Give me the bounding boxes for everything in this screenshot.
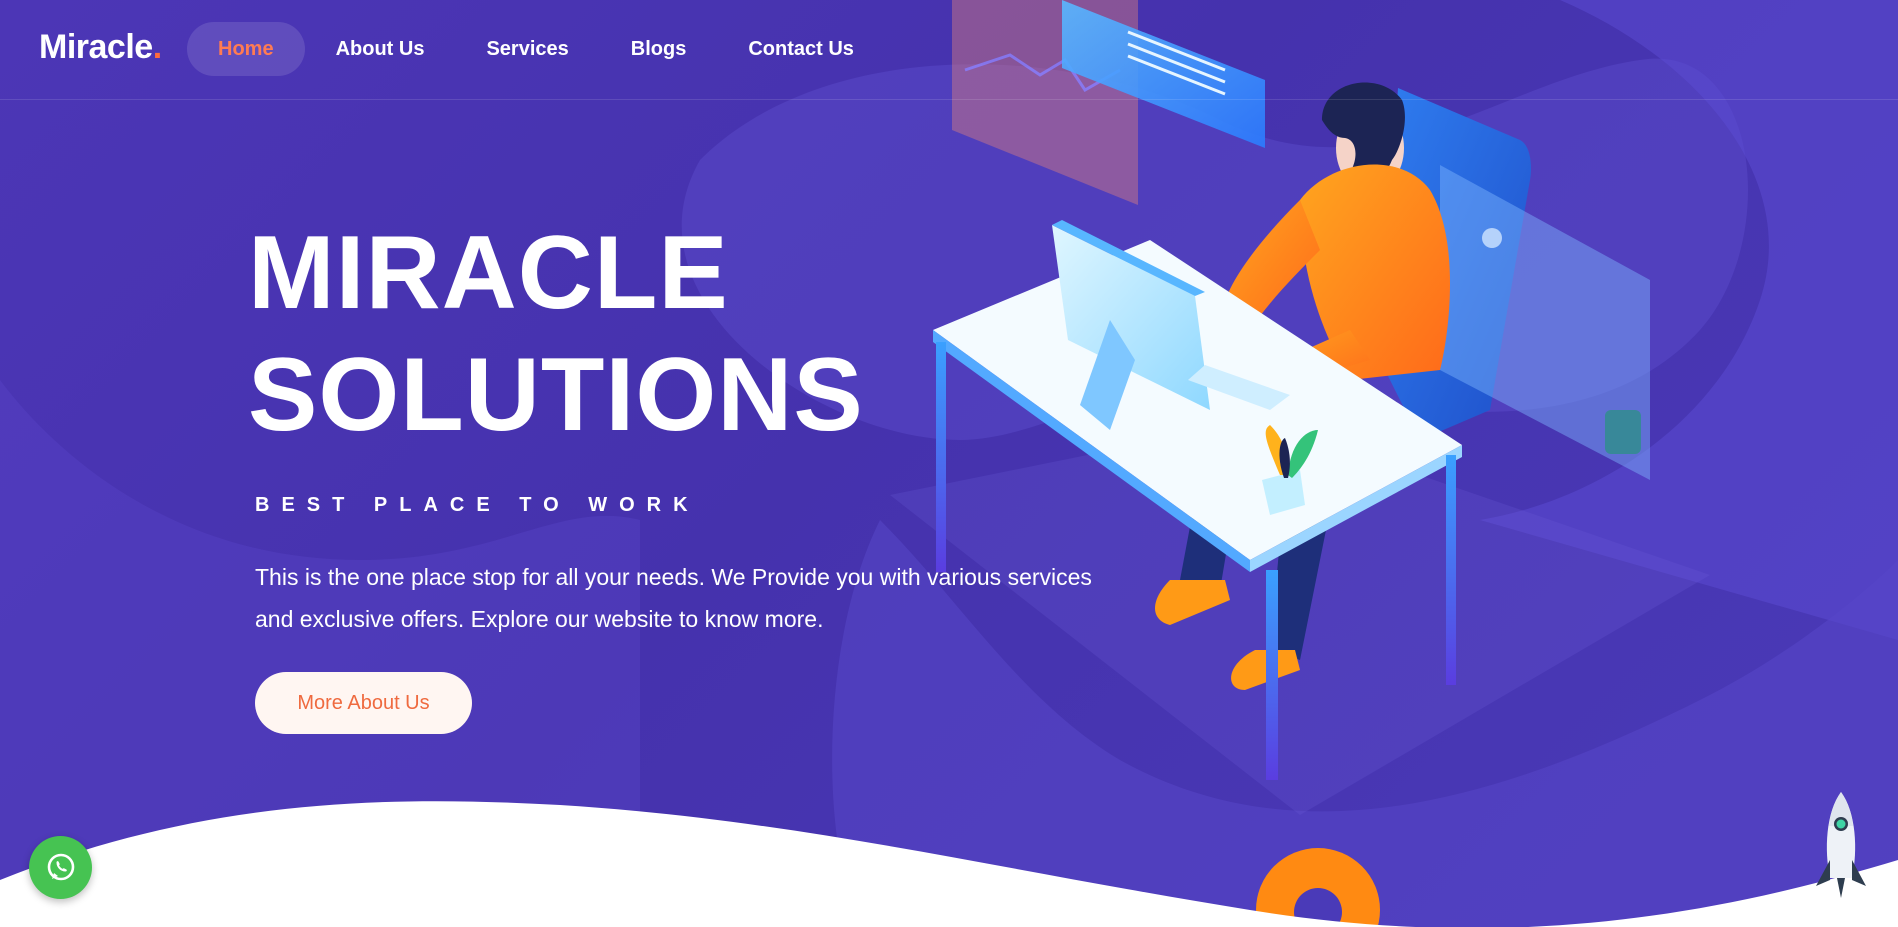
nav-item-services[interactable]: Services bbox=[455, 22, 599, 76]
brand-logo[interactable]: Miracle. bbox=[39, 28, 162, 67]
nav-item-contact-us[interactable]: Contact Us bbox=[717, 22, 885, 76]
whatsapp-icon bbox=[47, 853, 74, 880]
top-navigation: Miracle. Home About Us Services Blogs Co… bbox=[0, 0, 1898, 100]
hero-illustration bbox=[0, 0, 1898, 927]
whatsapp-button[interactable] bbox=[29, 836, 92, 899]
hero-title-line-1: MIRACLE bbox=[248, 215, 729, 331]
hero-tagline: BEST PLACE TO WORK bbox=[255, 494, 700, 516]
hero-title: MIRACLE SOLUTIONS bbox=[248, 212, 864, 456]
nav-item-about-us[interactable]: About Us bbox=[305, 22, 456, 76]
hero-description: This is the one place stop for all your … bbox=[255, 564, 1092, 632]
nav-item-home[interactable]: Home bbox=[187, 22, 305, 76]
hero-title-line-2: SOLUTIONS bbox=[248, 337, 864, 453]
main-menu: Home About Us Services Blogs Contact Us bbox=[187, 22, 885, 76]
brand-dot: . bbox=[152, 28, 162, 66]
hero-section: Miracle. Home About Us Services Blogs Co… bbox=[0, 0, 1898, 927]
nav-item-blogs[interactable]: Blogs bbox=[600, 22, 718, 76]
brand-name: Miracle bbox=[39, 28, 153, 66]
rocket-icon[interactable] bbox=[1812, 790, 1870, 900]
more-about-us-button[interactable]: More About Us bbox=[255, 672, 472, 734]
